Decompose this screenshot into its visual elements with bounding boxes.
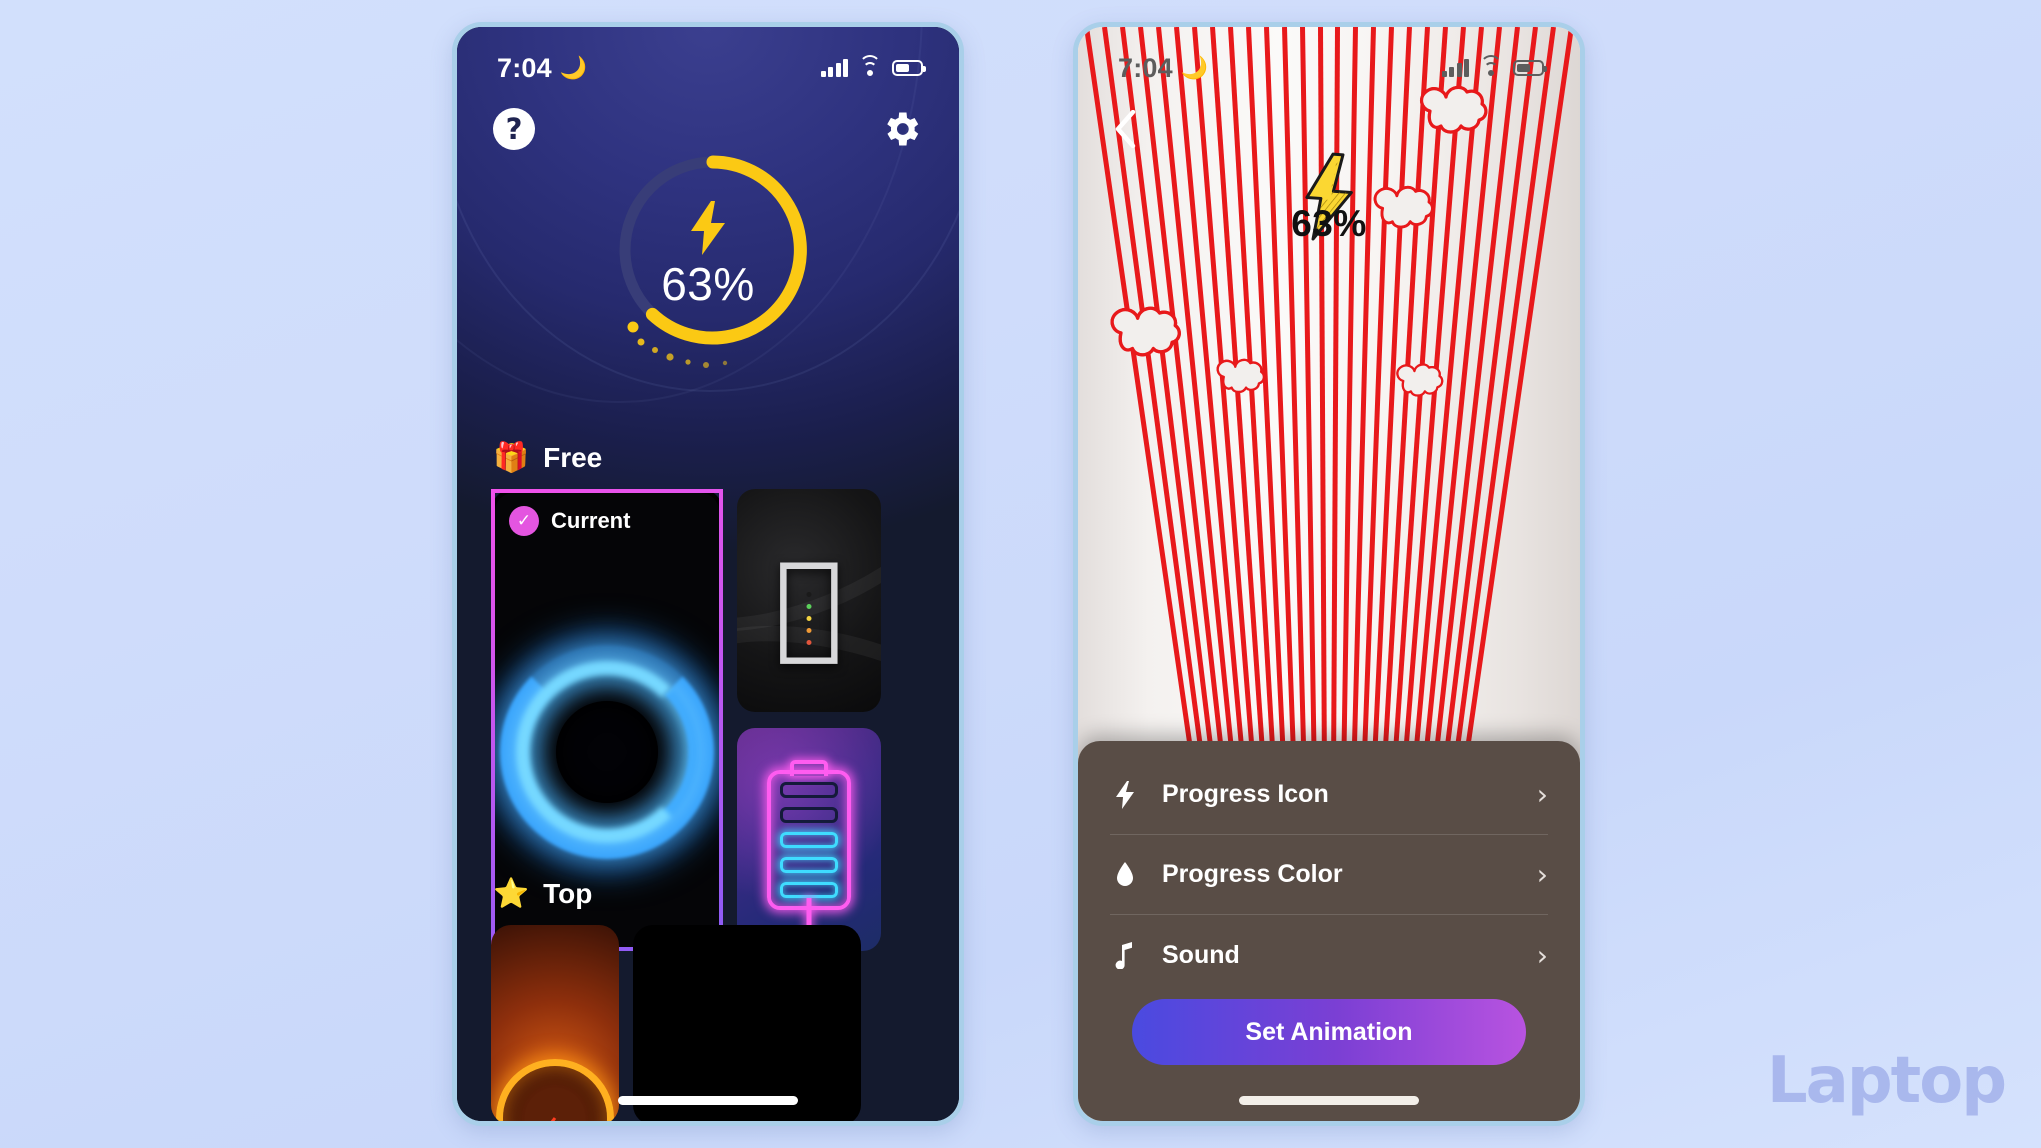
section-header-free: 🎁 Free <box>493 441 602 475</box>
battery-icon-right <box>1513 60 1547 76</box>
back-button[interactable] <box>1104 103 1146 155</box>
blue-swirl-art <box>495 618 719 885</box>
option-label: Progress Icon <box>1162 780 1329 808</box>
help-button[interactable]: ? <box>493 108 535 150</box>
home-indicator-left[interactable] <box>618 1096 798 1105</box>
gift-icon: 🎁 <box>493 442 530 474</box>
option-progress-icon[interactable]: Progress Icon › <box>1110 755 1548 835</box>
crescent-moon-icon: 🌙 <box>559 55 588 80</box>
home-indicator-right[interactable] <box>1239 1096 1419 1105</box>
neon-battery-icon <box>767 769 851 932</box>
cellular-signal-icon-right <box>1441 59 1469 77</box>
right-phone-screen: 7:04 🌙 63% Progress Icon › Progress Colo… <box>1078 27 1580 1121</box>
wifi-icon <box>859 54 881 77</box>
chevron-right-icon: › <box>1536 778 1548 811</box>
current-card-badge: ✓ Current <box>509 506 630 536</box>
neon-battery-card[interactable] <box>737 728 881 951</box>
cartoon-kernel-2 <box>1363 177 1445 245</box>
option-sound[interactable]: Sound › <box>1110 915 1548 995</box>
cellular-signal-icon <box>820 59 848 77</box>
left-phone-frame: 7:04 🌙 ? 63% 🎁 Free ✓ Current ⭐ Top <box>452 22 964 1126</box>
left-top-bar: ? <box>457 101 959 157</box>
apple-indicator-dots <box>806 591 812 645</box>
cartoon-kernel-4 <box>1208 352 1274 406</box>
cartoon-kernel-3 <box>1098 297 1194 375</box>
status-time-left: 7:04 🌙 <box>497 53 587 84</box>
set-animation-button[interactable]: Set Animation <box>1132 999 1526 1065</box>
current-card-label: Current <box>551 508 631 533</box>
section-header-top: ⭐ Top <box>493 877 592 911</box>
lightning-bolt-icon <box>1110 780 1140 809</box>
status-indicators-right <box>1441 54 1547 77</box>
ring-bolt-wrap <box>457 201 959 259</box>
right-phone-frame: 7:04 🌙 63% Progress Icon › Progress Colo… <box>1073 22 1585 1126</box>
battery-percent-label: 63% <box>661 258 755 310</box>
status-indicators-left <box>820 54 926 77</box>
free-mini-cards:  <box>737 489 881 951</box>
top-cards-row <box>491 925 861 1121</box>
status-time-right: 7:04 🌙 <box>1118 53 1208 84</box>
battery-icon <box>892 60 926 76</box>
black-card[interactable] <box>633 925 861 1121</box>
chevron-right-icon: › <box>1536 938 1548 972</box>
options-bottom-sheet: Progress Icon › Progress Color › Sound ›… <box>1078 741 1580 1121</box>
water-drop-icon <box>1110 861 1140 888</box>
option-label: Progress Color <box>1162 860 1343 888</box>
left-phone-screen: 7:04 🌙 ? 63% 🎁 Free ✓ Current ⭐ Top <box>457 27 959 1121</box>
option-label: Sound <box>1162 940 1240 969</box>
section-title-top: Top <box>543 878 593 909</box>
gear-icon[interactable] <box>879 107 923 151</box>
laptop-watermark: Laptop <box>1766 1044 2007 1118</box>
chevron-left-icon <box>1115 110 1136 148</box>
star-icon: ⭐ <box>493 878 530 910</box>
speedometer-gauge-art <box>496 1059 614 1121</box>
battery-ring: 63% <box>457 145 959 395</box>
popcorn-percent-label: 63% <box>1291 203 1367 244</box>
chevron-right-icon: › <box>1536 858 1548 891</box>
status-bar-right: 7:04 🌙 <box>1078 27 1580 91</box>
lightning-bolt-icon <box>691 201 725 255</box>
music-note-icon <box>1110 941 1140 969</box>
apple-logo-card[interactable]:  <box>737 489 881 712</box>
wifi-icon-right <box>1480 54 1502 77</box>
section-title-free: Free <box>543 442 603 473</box>
cartoon-kernel-5 <box>1388 357 1452 409</box>
status-bar-left: 7:04 🌙 <box>457 27 959 91</box>
check-circle-icon: ✓ <box>509 506 539 536</box>
crescent-moon-icon-right: 🌙 <box>1180 55 1209 80</box>
gauge-card[interactable] <box>491 925 619 1121</box>
option-progress-color[interactable]: Progress Color › <box>1110 835 1548 915</box>
status-time-label: 7:04 <box>497 52 552 83</box>
status-time-label-right: 7:04 <box>1118 52 1173 83</box>
